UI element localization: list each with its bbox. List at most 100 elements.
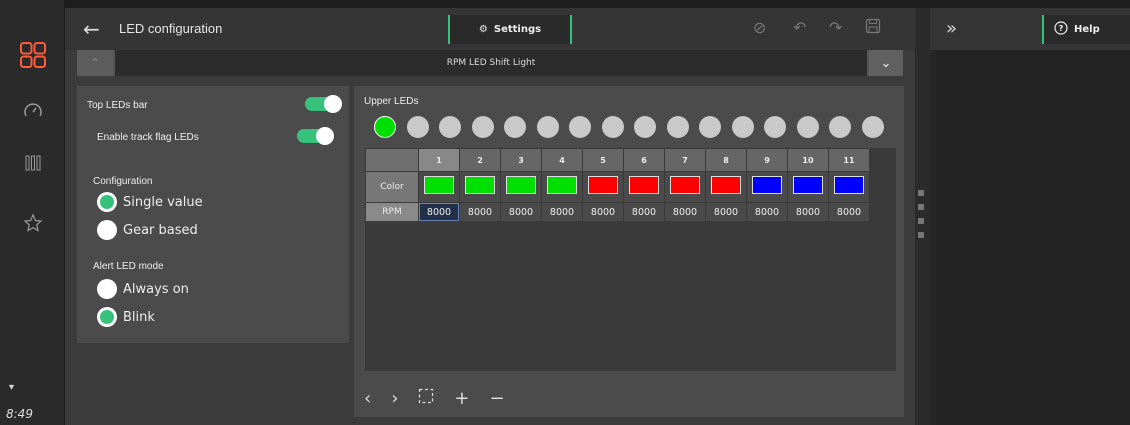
top-leds-bar-toggle[interactable] [305,95,342,113]
undo-icon[interactable]: ↶ [793,18,806,37]
chevron-down-icon[interactable]: ⌄ [869,50,903,76]
led-10[interactable] [666,116,689,138]
led-16[interactable] [861,116,884,138]
rpm-cell[interactable]: 8000 [829,203,869,221]
gear-icon: ⚙ [478,24,488,35]
save-icon[interactable] [865,18,881,38]
column-header[interactable]: 7 [665,149,705,171]
color-swatch [588,176,618,194]
column-header[interactable]: 11 [829,149,869,171]
led-8[interactable] [601,116,624,138]
radio-label: Gear based [123,222,198,238]
column-header[interactable]: 2 [460,149,500,171]
chevron-left-icon[interactable]: ‹ [364,388,371,409]
toggle-knob [324,95,342,113]
collapse-up-icon[interactable]: ⌃ [77,50,113,76]
star-icon[interactable] [20,210,46,236]
color-cell[interactable] [460,172,500,202]
color-swatch [424,176,454,194]
rpm-cell[interactable]: 8000 [788,203,828,221]
led-2[interactable] [406,116,429,138]
led-3[interactable] [439,116,461,138]
led-panel: Upper LEDs 1 2 3 4 5 6 7 8 9 10 11 Color RPM 8000 8… [354,86,904,417]
back-arrow-icon[interactable]: ← [83,17,100,41]
radio-single-value[interactable]: Single value [97,192,203,212]
color-cell[interactable] [624,172,664,202]
track-flag-toggle[interactable] [297,127,334,145]
column-header[interactable]: 6 [624,149,664,171]
rpm-cell[interactable]: 8000 [706,203,746,221]
led-11[interactable] [699,116,721,138]
bars-icon[interactable] [20,150,46,176]
upper-leds-heading: Upper LEDs [364,96,419,107]
disable-icon[interactable]: ⊘ [753,18,766,37]
rpm-cell[interactable]: 8000 [460,203,500,221]
color-cell[interactable] [829,172,869,202]
color-cell[interactable] [419,172,459,202]
device-name: RPM LED Shift Light [115,50,867,76]
led-9[interactable] [634,116,656,138]
color-cell[interactable] [747,172,787,202]
led-5[interactable] [504,116,526,138]
drag-handle-dot [918,204,924,210]
left-rail: ▾ 8:49 [0,0,65,425]
remove-icon[interactable]: − [490,388,505,409]
rpm-cell[interactable]: 8000 [501,203,541,221]
color-cell[interactable] [542,172,582,202]
tab-settings[interactable]: ⚙ Settings [448,15,572,44]
radio-blink[interactable]: Blink [97,307,155,327]
column-header[interactable]: 5 [583,149,623,171]
help-icon: ? [1054,21,1068,38]
color-cell[interactable] [706,172,746,202]
column-header[interactable]: 10 [788,149,828,171]
led-13[interactable] [764,116,786,138]
led-6[interactable] [536,116,559,138]
led-1[interactable] [374,116,396,138]
column-header[interactable]: 1 [419,149,459,171]
double-chevron-right-icon[interactable]: » [946,18,957,39]
color-cell[interactable] [583,172,623,202]
dashboard-grid-icon[interactable] [20,42,46,68]
radio-gear-based[interactable]: Gear based [97,220,198,240]
led-row [374,116,884,138]
grid-corner [366,149,418,171]
radio-always-on[interactable]: Always on [97,279,189,299]
svg-text:?: ? [1059,24,1064,33]
tab-help[interactable]: ? Help [1042,15,1130,44]
redo-icon[interactable]: ↷ [829,18,842,37]
column-header[interactable]: 4 [542,149,582,171]
select-area-icon[interactable] [418,388,434,409]
led-7[interactable] [569,116,591,138]
drag-handle-dot [918,232,924,238]
column-header[interactable]: 3 [501,149,541,171]
configuration-heading: Configuration [93,176,153,187]
add-icon[interactable]: + [454,388,469,409]
settings-card: Top LEDs bar Enable track flag LEDs Conf… [77,86,349,343]
rpm-cell[interactable]: 8000 [747,203,787,221]
row-label-rpm: RPM [366,203,418,221]
help-content [936,50,1130,425]
column-header[interactable]: 9 [747,149,787,171]
color-cell[interactable] [665,172,705,202]
gauge-icon[interactable] [20,98,46,124]
grid-toolbar: ‹ › + − [364,385,505,411]
rpm-cell[interactable]: 8000 [665,203,705,221]
rpm-cell[interactable]: 8000 [419,203,459,221]
led-14[interactable] [796,116,819,138]
column-header[interactable]: 8 [706,149,746,171]
color-swatch [547,176,577,194]
color-cell[interactable] [788,172,828,202]
led-15[interactable] [829,116,851,138]
color-swatch [834,176,864,194]
color-cell[interactable] [501,172,541,202]
rpm-cell[interactable]: 8000 [583,203,623,221]
chevron-right-icon[interactable]: › [391,388,398,409]
radio-indicator [97,279,117,299]
wifi-icon: ▾ [9,382,15,393]
led-12[interactable] [731,116,754,138]
rpm-cell[interactable]: 8000 [624,203,664,221]
led-4[interactable] [471,116,494,138]
panel-divider[interactable] [915,8,930,425]
top-bar: ← LED configuration ⚙ Settings ⊘ ↶ ↷ [65,8,915,50]
rpm-cell[interactable]: 8000 [542,203,582,221]
